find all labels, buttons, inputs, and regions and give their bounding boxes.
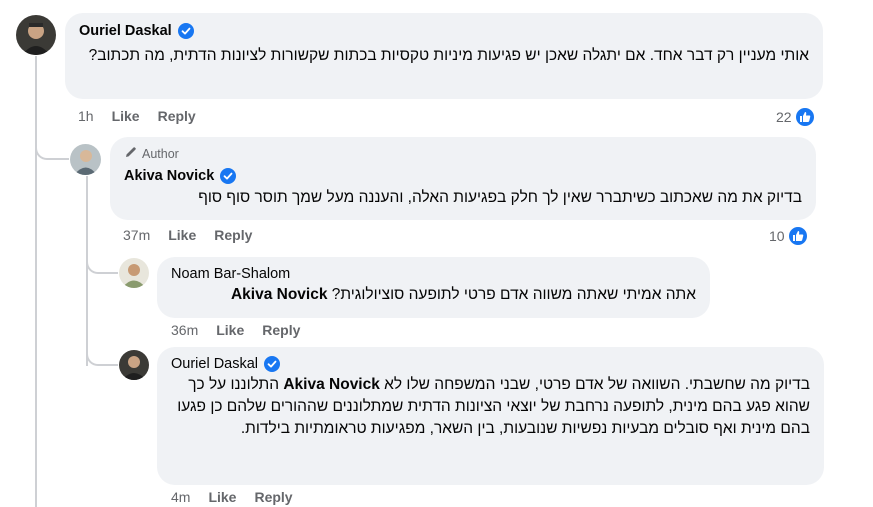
comment-text-body: בדיוק מה שחשבתי. השוואה של אדם פרטי, שבנ… [384, 376, 810, 393]
reply-button[interactable]: Reply [158, 108, 196, 124]
comment-text: אותי מעניין רק דבר אחד. אם יתגלה שאכן יש… [88, 47, 809, 64]
like-button[interactable]: Like [112, 108, 140, 124]
reaction-summary[interactable]: 22 [776, 107, 815, 127]
reaction-summary[interactable]: 10 [769, 226, 808, 246]
avatar[interactable] [119, 350, 149, 380]
author-badge: Author [124, 145, 802, 162]
comment-timestamp[interactable]: 36m [171, 322, 198, 338]
reaction-count: 10 [769, 228, 785, 244]
comment-author-row: Ouriel Daskal [171, 356, 810, 372]
comment-bubble: Noam Bar-Shalom אתה אמיתי שאתה משווה אדם… [157, 257, 710, 318]
mention-link[interactable]: Akiva Novick [231, 286, 328, 303]
comment-author-row: Ouriel Daskal [79, 23, 809, 39]
comment-actions: 4m Like Reply [171, 489, 293, 505]
comment-bubble: Ouriel Daskal אותי מעניין רק דבר אחד. אם… [65, 13, 823, 99]
comment-text: בדיוק את מה שאכתוב כשיתברר שאין לך חלק ב… [198, 189, 802, 206]
comment-author-name[interactable]: Ouriel Daskal [171, 356, 258, 372]
reply-button[interactable]: Reply [214, 227, 252, 243]
comment-bubble: Ouriel Daskal בדיוק מה שחשבתי. השוואה של… [157, 347, 824, 485]
pencil-icon [124, 145, 138, 162]
verified-badge-icon [177, 23, 194, 39]
thumbs-up-icon [794, 107, 815, 127]
thread-line-reply [86, 176, 88, 366]
like-button[interactable]: Like [216, 322, 244, 338]
thread-elbow-reply-3 [86, 350, 118, 366]
reaction-count: 22 [776, 109, 792, 125]
comment-timestamp[interactable]: 4m [171, 489, 190, 505]
thread-elbow-reply-1 [35, 140, 69, 160]
comment-author-name[interactable]: Ouriel Daskal [79, 23, 172, 39]
comment-bubble: Author Akiva Novick בדיוק את מה שאכתוב כ… [110, 137, 816, 220]
like-button[interactable]: Like [208, 489, 236, 505]
thread-line-main [35, 56, 37, 507]
comment-text-body: אתה אמיתי שאתה משווה אדם פרטי לתופעה סוצ… [331, 286, 696, 303]
mention-link[interactable]: Akiva Novick [283, 376, 380, 393]
comment-author-row: Noam Bar-Shalom [171, 266, 696, 282]
comment-actions: 1h Like Reply [78, 108, 196, 124]
comment-timestamp[interactable]: 1h [78, 108, 94, 124]
comment-author-name[interactable]: Noam Bar-Shalom [171, 266, 290, 282]
comment-author-row: Akiva Novick [124, 168, 802, 184]
like-button[interactable]: Like [168, 227, 196, 243]
comment-text: בדיוק מה שחשבתי. השוואה של אדם פרטי, שבנ… [171, 374, 810, 440]
avatar[interactable] [119, 258, 149, 288]
thumbs-up-icon [787, 226, 808, 246]
avatar[interactable] [16, 15, 56, 55]
verified-badge-icon [264, 356, 281, 372]
comment-actions: 36m Like Reply [171, 322, 300, 338]
comment-author-name[interactable]: Akiva Novick [124, 168, 214, 184]
thread-elbow-reply-2 [86, 258, 118, 274]
comment-timestamp[interactable]: 37m [123, 227, 150, 243]
author-badge-label: Author [142, 146, 179, 161]
avatar[interactable] [70, 144, 101, 175]
comment-text: אתה אמיתי שאתה משווה אדם פרטי לתופעה סוצ… [171, 284, 696, 306]
reply-button[interactable]: Reply [254, 489, 292, 505]
reply-button[interactable]: Reply [262, 322, 300, 338]
verified-badge-icon [220, 168, 237, 184]
comment-actions: 37m Like Reply [123, 227, 252, 243]
